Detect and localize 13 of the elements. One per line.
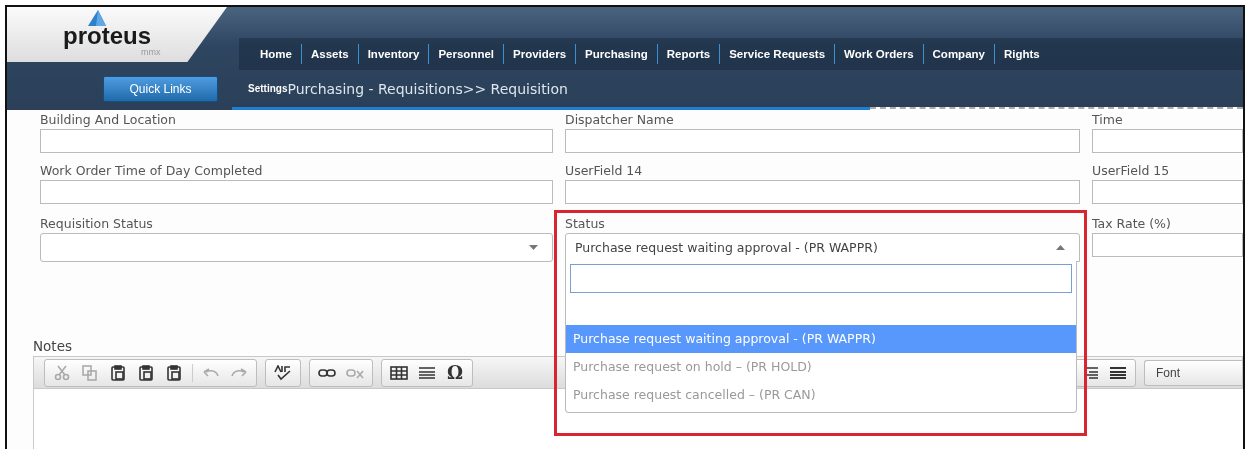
field-label: Time <box>1092 112 1124 128</box>
notes-label: Notes <box>33 337 72 355</box>
field-label: Building And Location <box>40 112 177 128</box>
field-label: Status <box>565 216 606 232</box>
logo-tagline: mmx <box>141 47 161 58</box>
field-label: UserField 15 <box>1092 163 1171 179</box>
field-label: UserField 14 <box>565 163 644 179</box>
field-label: Tax Rate (%) <box>1092 216 1172 232</box>
field-label: Requisition Status <box>40 216 154 232</box>
field-label: Dispatcher Name <box>565 112 675 128</box>
breadcrumb: Purchasing - Requisitions>> Requisition <box>287 80 568 97</box>
field-label: Work Order Time of Day Completed <box>40 163 264 179</box>
logo-text: proteus <box>63 23 151 49</box>
